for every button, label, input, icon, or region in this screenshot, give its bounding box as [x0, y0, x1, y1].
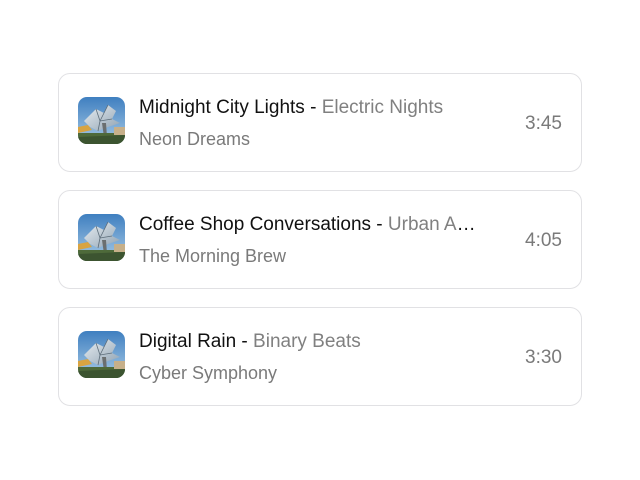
track-item[interactable]: Digital Rain - Binary Beats Cyber Sympho…: [58, 307, 582, 406]
track-item[interactable]: Midnight City Lights - Electric Nights N…: [58, 73, 582, 172]
album-artwork-icon: [78, 214, 125, 261]
track-item[interactable]: Coffee Shop Conversations - Urban Acoust…: [58, 190, 582, 289]
track-duration: 4:05: [525, 230, 562, 251]
track-artist: Electric Nights: [321, 97, 444, 118]
track-artist: Binary Beats: [253, 331, 361, 352]
track-artist: Urban Acoustics: [387, 214, 479, 235]
track-duration: 3:45: [525, 113, 562, 134]
track-list: Midnight City Lights - Electric Nights N…: [58, 73, 582, 424]
track-album: Cyber Symphony: [139, 363, 278, 383]
album-artwork-icon: [78, 97, 125, 144]
track-title-line: Midnight City Lights - Electric Nights: [139, 96, 479, 120]
track-title: Coffee Shop Conversations: [139, 214, 372, 235]
album-artwork-icon: [78, 331, 125, 378]
track-title-line: Coffee Shop Conversations - Urban Acoust…: [139, 213, 479, 237]
track-title-line: Digital Rain - Binary Beats: [139, 330, 479, 354]
title-separator: -: [236, 331, 254, 352]
track-title: Midnight City Lights: [139, 97, 305, 118]
track-duration: 3:30: [525, 347, 562, 368]
track-title: Digital Rain: [139, 331, 237, 352]
title-separator: -: [371, 214, 388, 235]
track-album: The Morning Brew: [139, 246, 287, 266]
title-separator: -: [304, 97, 322, 118]
track-album: Neon Dreams: [139, 129, 251, 149]
